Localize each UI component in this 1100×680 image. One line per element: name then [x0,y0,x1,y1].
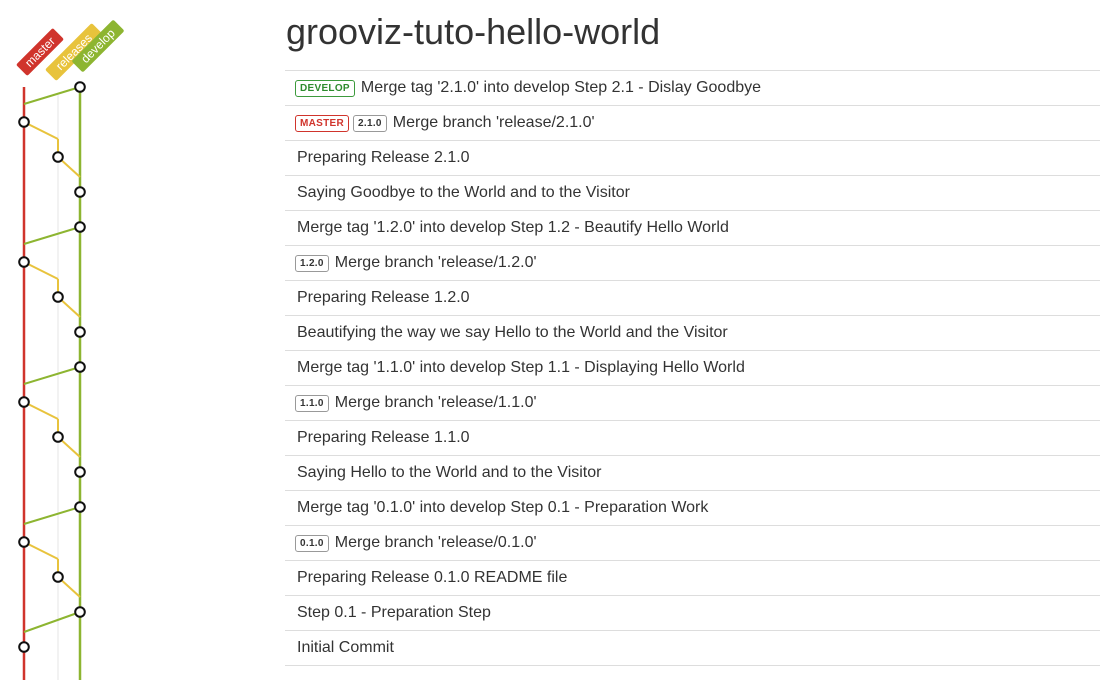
commit-node [18,256,30,268]
commit-row[interactable]: Step 0.1 - Preparation Step [285,596,1100,631]
commit-row[interactable]: DEVELOP Merge tag '2.1.0' into develop St… [285,71,1100,106]
version-tag-badge: 1.2.0 [295,254,329,272]
version-tag-badge: 0.1.0 [295,534,329,552]
page-title: grooviz-tuto-hello-world [286,11,661,52]
commit-node [18,641,30,653]
commit-row[interactable]: Merge tag '0.1.0' into develop Step 0.1 … [285,491,1100,526]
commit-message: Merge tag '1.1.0' into develop Step 1.1 … [297,359,745,376]
commit-node [74,501,86,513]
commit-row[interactable]: Preparing Release 0.1.0 README file [285,561,1100,596]
commit-row[interactable]: 0.1.0 Merge branch 'release/0.1.0' [285,526,1100,561]
commit-row[interactable]: Preparing Release 2.1.0 [285,141,1100,176]
commit-message: Preparing Release 2.1.0 [297,149,470,166]
commit-node [74,361,86,373]
commit-row[interactable]: 1.2.0 Merge branch 'release/1.2.0' [285,246,1100,281]
develop-fork-edge [23,611,81,633]
merge-to-develop-edge [23,226,81,245]
commit-node [52,151,64,163]
commit-message: Merge tag '1.2.0' into develop Step 1.2 … [297,219,729,236]
commit-message: Step 0.1 - Preparation Step [297,604,491,621]
commit-row[interactable]: Preparing Release 1.1.0 [285,421,1100,456]
commit-message: Preparing Release 1.1.0 [297,429,470,446]
commit-message: Merge branch 'release/0.1.0' [334,534,537,551]
commit-message: Beautifying the way we say Hello to the … [297,324,728,341]
commit-message: Merge branch 'release/2.1.0' [392,114,595,131]
commit-message: Preparing Release 1.2.0 [297,289,470,306]
commit-node [18,396,30,408]
commit-row[interactable]: Saying Goodbye to the World and to the V… [285,176,1100,211]
commit-node [18,116,30,128]
commit-message: Merge tag '0.1.0' into develop Step 0.1 … [297,499,709,516]
commit-node [74,326,86,338]
commit-row[interactable]: Initial Commit [285,631,1100,666]
branch-graph: masterreleasesdevelop [16,20,124,680]
develop-branch-badge: DEVELOP [295,79,355,97]
commit-message: Saying Hello to the World and to the Vis… [297,464,602,481]
commit-message: Merge tag '2.1.0' into develop Step 2.1 … [360,79,762,96]
commit-node [52,291,64,303]
commit-node [74,606,86,618]
merge-to-develop-edge [23,366,81,385]
commit-node [18,536,30,548]
commit-node [74,221,86,233]
master-branch-badge: MASTER [295,114,350,132]
commit-message: Merge branch 'release/1.1.0' [334,394,537,411]
merge-to-develop-edge [23,506,81,525]
version-tag-badge: 2.1.0 [353,114,387,132]
commit-message: Saying Goodbye to the World and to the V… [297,184,630,201]
version-tag-badge: 1.1.0 [295,394,329,412]
commit-node [74,186,86,198]
commit-node [52,571,64,583]
commit-node [74,81,86,93]
commit-message: Preparing Release 0.1.0 README file [297,569,568,586]
commit-message: Merge branch 'release/1.2.0' [334,254,537,271]
commit-node [52,431,64,443]
commit-list: DEVELOP Merge tag '2.1.0' into develop St… [285,70,1100,666]
merge-to-develop-edge [23,86,81,105]
commit-row[interactable]: MASTER 2.1.0 Merge branch 'release/2.1.0' [285,106,1100,141]
commit-row[interactable]: Preparing Release 1.2.0 [285,281,1100,316]
commit-row[interactable]: Beautifying the way we say Hello to the … [285,316,1100,351]
commit-message: Initial Commit [297,639,394,656]
commit-row[interactable]: 1.1.0 Merge branch 'release/1.1.0' [285,386,1100,421]
commit-row[interactable]: Saying Hello to the World and to the Vis… [285,456,1100,491]
commit-row[interactable]: Merge tag '1.2.0' into develop Step 1.2 … [285,211,1100,246]
commit-row[interactable]: Merge tag '1.1.0' into develop Step 1.1 … [285,351,1100,386]
commit-node [74,466,86,478]
